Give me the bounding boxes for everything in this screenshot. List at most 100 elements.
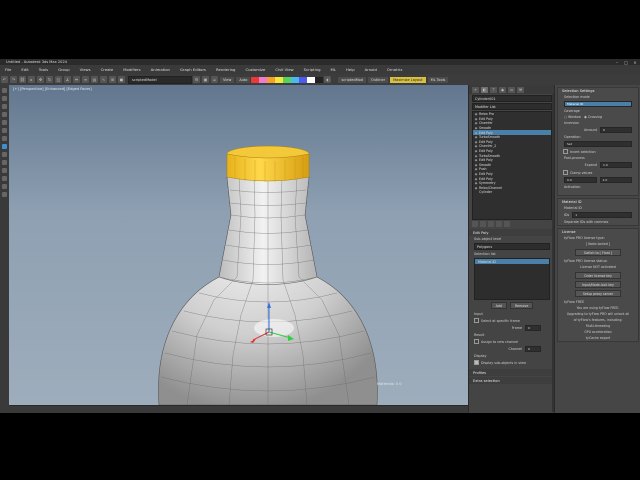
color-swatch-red[interactable] [251, 76, 260, 83]
mirror-icon[interactable]: ⇹ [73, 76, 80, 83]
switch-float-button[interactable]: Switch to [ Float ] [575, 249, 621, 256]
ml-tools-button[interactable]: ML Tools [427, 76, 449, 83]
clamp-max-spinner[interactable]: 1.0 [599, 177, 632, 183]
redo-icon[interactable]: ↷ [10, 76, 17, 83]
orbit-tool-icon[interactable] [2, 168, 7, 173]
frame-spinner[interactable]: 0 [525, 325, 541, 331]
object-name-field[interactable]: Cylinder001 [472, 95, 552, 102]
make-unique-icon[interactable] [488, 221, 494, 227]
menu-help[interactable]: Help [341, 67, 360, 72]
modifier-list-dropdown[interactable]: Modifier List [472, 103, 552, 110]
walk-tool-icon[interactable] [2, 184, 7, 189]
menu-tools[interactable]: Tools [34, 67, 53, 72]
viewport-label[interactable]: [+] [Perspective] [Enhanced] [Edged Face… [13, 87, 92, 91]
palette-icon[interactable]: ◐ [324, 76, 332, 83]
channel-spinner[interactable]: 0 [525, 346, 541, 352]
clamp-values-checkbox[interactable]: Clamp values [558, 169, 638, 176]
schematic-icon[interactable]: ⊞ [109, 76, 116, 83]
menu-group[interactable]: Group [53, 67, 75, 72]
link-icon[interactable]: ⛓ [19, 76, 26, 83]
modify-tab-icon[interactable]: ◧ [481, 86, 488, 93]
menu-arnold[interactable]: Arnold [360, 67, 382, 72]
color-swatch-cyan[interactable] [291, 76, 300, 83]
add-button[interactable]: Add [490, 302, 507, 309]
zoom-tool-icon[interactable] [2, 152, 7, 157]
move-icon[interactable]: ✥ [37, 76, 44, 83]
color-swatch-blue[interactable] [299, 76, 308, 83]
view-button[interactable]: View [220, 76, 235, 83]
color-swatch-green[interactable] [283, 76, 292, 83]
material-editor-icon[interactable]: ● [118, 76, 125, 83]
menu-views[interactable]: Views [75, 67, 96, 72]
menu-customize[interactable]: Customize [240, 67, 270, 72]
rollout-edit-poly[interactable]: Edit Poly [469, 229, 555, 236]
window-radio[interactable]: ○ Window [564, 115, 581, 119]
color-swatch-black[interactable] [315, 76, 324, 83]
color-swatch-white[interactable] [307, 76, 316, 83]
selection-mode-dropdown[interactable]: Material ID [564, 101, 632, 107]
auto-button[interactable]: Auto [236, 76, 251, 83]
rollout-profiles[interactable]: Profiles [469, 369, 555, 376]
select-tool-icon[interactable] [2, 88, 7, 93]
undo-icon[interactable]: ↶ [1, 76, 8, 83]
curve-editor-icon[interactable]: ∿ [100, 76, 107, 83]
menu-scripting[interactable]: Scripting [299, 67, 326, 72]
menu-modifiers[interactable]: Modifiers [118, 67, 145, 72]
assign-channel-checkbox[interactable]: Assign to new channel [469, 338, 555, 345]
invert-selection-checkbox[interactable]: Invert selection [558, 148, 638, 155]
select-icon[interactable]: ▸ [28, 76, 35, 83]
scripted-mod-button[interactable]: scriptedMod [338, 76, 366, 83]
render-setup-icon[interactable]: ⚙ [193, 76, 200, 83]
render-icon[interactable]: ☕ [211, 76, 218, 83]
setup-proxy-button[interactable]: Setup proxy server [575, 290, 621, 297]
paint-select-icon[interactable] [2, 104, 7, 109]
menu-ml[interactable]: ML [326, 67, 341, 72]
display-subobjects-checkbox[interactable]: Display sub-objects in view [469, 359, 555, 366]
show-end-result-icon[interactable] [480, 221, 486, 227]
hierarchy-tab-icon[interactable]: ⊤ [490, 86, 497, 93]
pan-tool-icon[interactable] [2, 160, 7, 165]
display-tab-icon[interactable]: ▭ [508, 86, 515, 93]
menu-ornatrix[interactable]: Ornatrix [382, 67, 408, 72]
scale-icon[interactable]: ◱ [55, 76, 62, 83]
snap-tool-icon[interactable] [2, 136, 7, 141]
crossing-radio[interactable]: ◉ Crossing [584, 115, 602, 119]
sub-object-dropdown[interactable]: Polygons [474, 243, 550, 250]
selection-listbox[interactable]: Material ID [474, 258, 550, 300]
pin-stack-icon[interactable] [472, 221, 478, 227]
menu-animation[interactable]: Animation [146, 67, 175, 72]
menu-rendering[interactable]: Rendering [211, 67, 240, 72]
selection-list-item[interactable]: Material ID [475, 259, 549, 264]
align-icon[interactable]: ≡ [82, 76, 89, 83]
configure-sets-icon[interactable] [504, 221, 510, 227]
menu-edit[interactable]: Edit [16, 67, 33, 72]
amount-spinner[interactable]: 0 [600, 127, 632, 133]
perspective-viewport[interactable]: [+] [Perspective] [Enhanced] [Edged Face… [9, 85, 468, 405]
color-swatch-orange[interactable] [267, 76, 276, 83]
ids-field[interactable]: 1 [572, 212, 632, 218]
operation-dropdown[interactable]: Set [564, 141, 632, 147]
motion-tab-icon[interactable]: ◉ [499, 86, 506, 93]
rotate-icon[interactable]: ↻ [46, 76, 53, 83]
color-swatch-yellow[interactable] [275, 76, 284, 83]
expand-spinner[interactable]: 1.0 [600, 162, 632, 168]
render-frame-icon[interactable]: ▣ [202, 76, 209, 83]
fov-tool-icon[interactable] [2, 176, 7, 181]
region-tool-icon[interactable] [2, 96, 7, 101]
order-license-button[interactable]: Order license key [575, 272, 621, 279]
create-tab-icon[interactable]: + [472, 86, 479, 93]
menu-file[interactable]: File [0, 67, 16, 72]
menu-create[interactable]: Create [96, 67, 119, 72]
layer-icon[interactable]: ▤ [91, 76, 98, 83]
scale-tool-icon[interactable] [2, 128, 7, 133]
rotate-tool-icon[interactable] [2, 120, 7, 125]
remove-button[interactable]: Remove [510, 302, 534, 309]
menu-graph-editors[interactable]: Graph Editors [175, 67, 211, 72]
remove-modifier-icon[interactable] [496, 221, 502, 227]
active-tool-icon[interactable] [2, 144, 7, 149]
specific-frame-checkbox[interactable]: Select at specific frame [469, 317, 555, 324]
move-tool-icon[interactable] [2, 112, 7, 117]
clamp-min-spinner[interactable]: 0.0 [564, 177, 597, 183]
rollout-extra-selection[interactable]: Extra selection [469, 377, 555, 384]
named-selection-set[interactable]: scriptedModel [128, 75, 192, 84]
